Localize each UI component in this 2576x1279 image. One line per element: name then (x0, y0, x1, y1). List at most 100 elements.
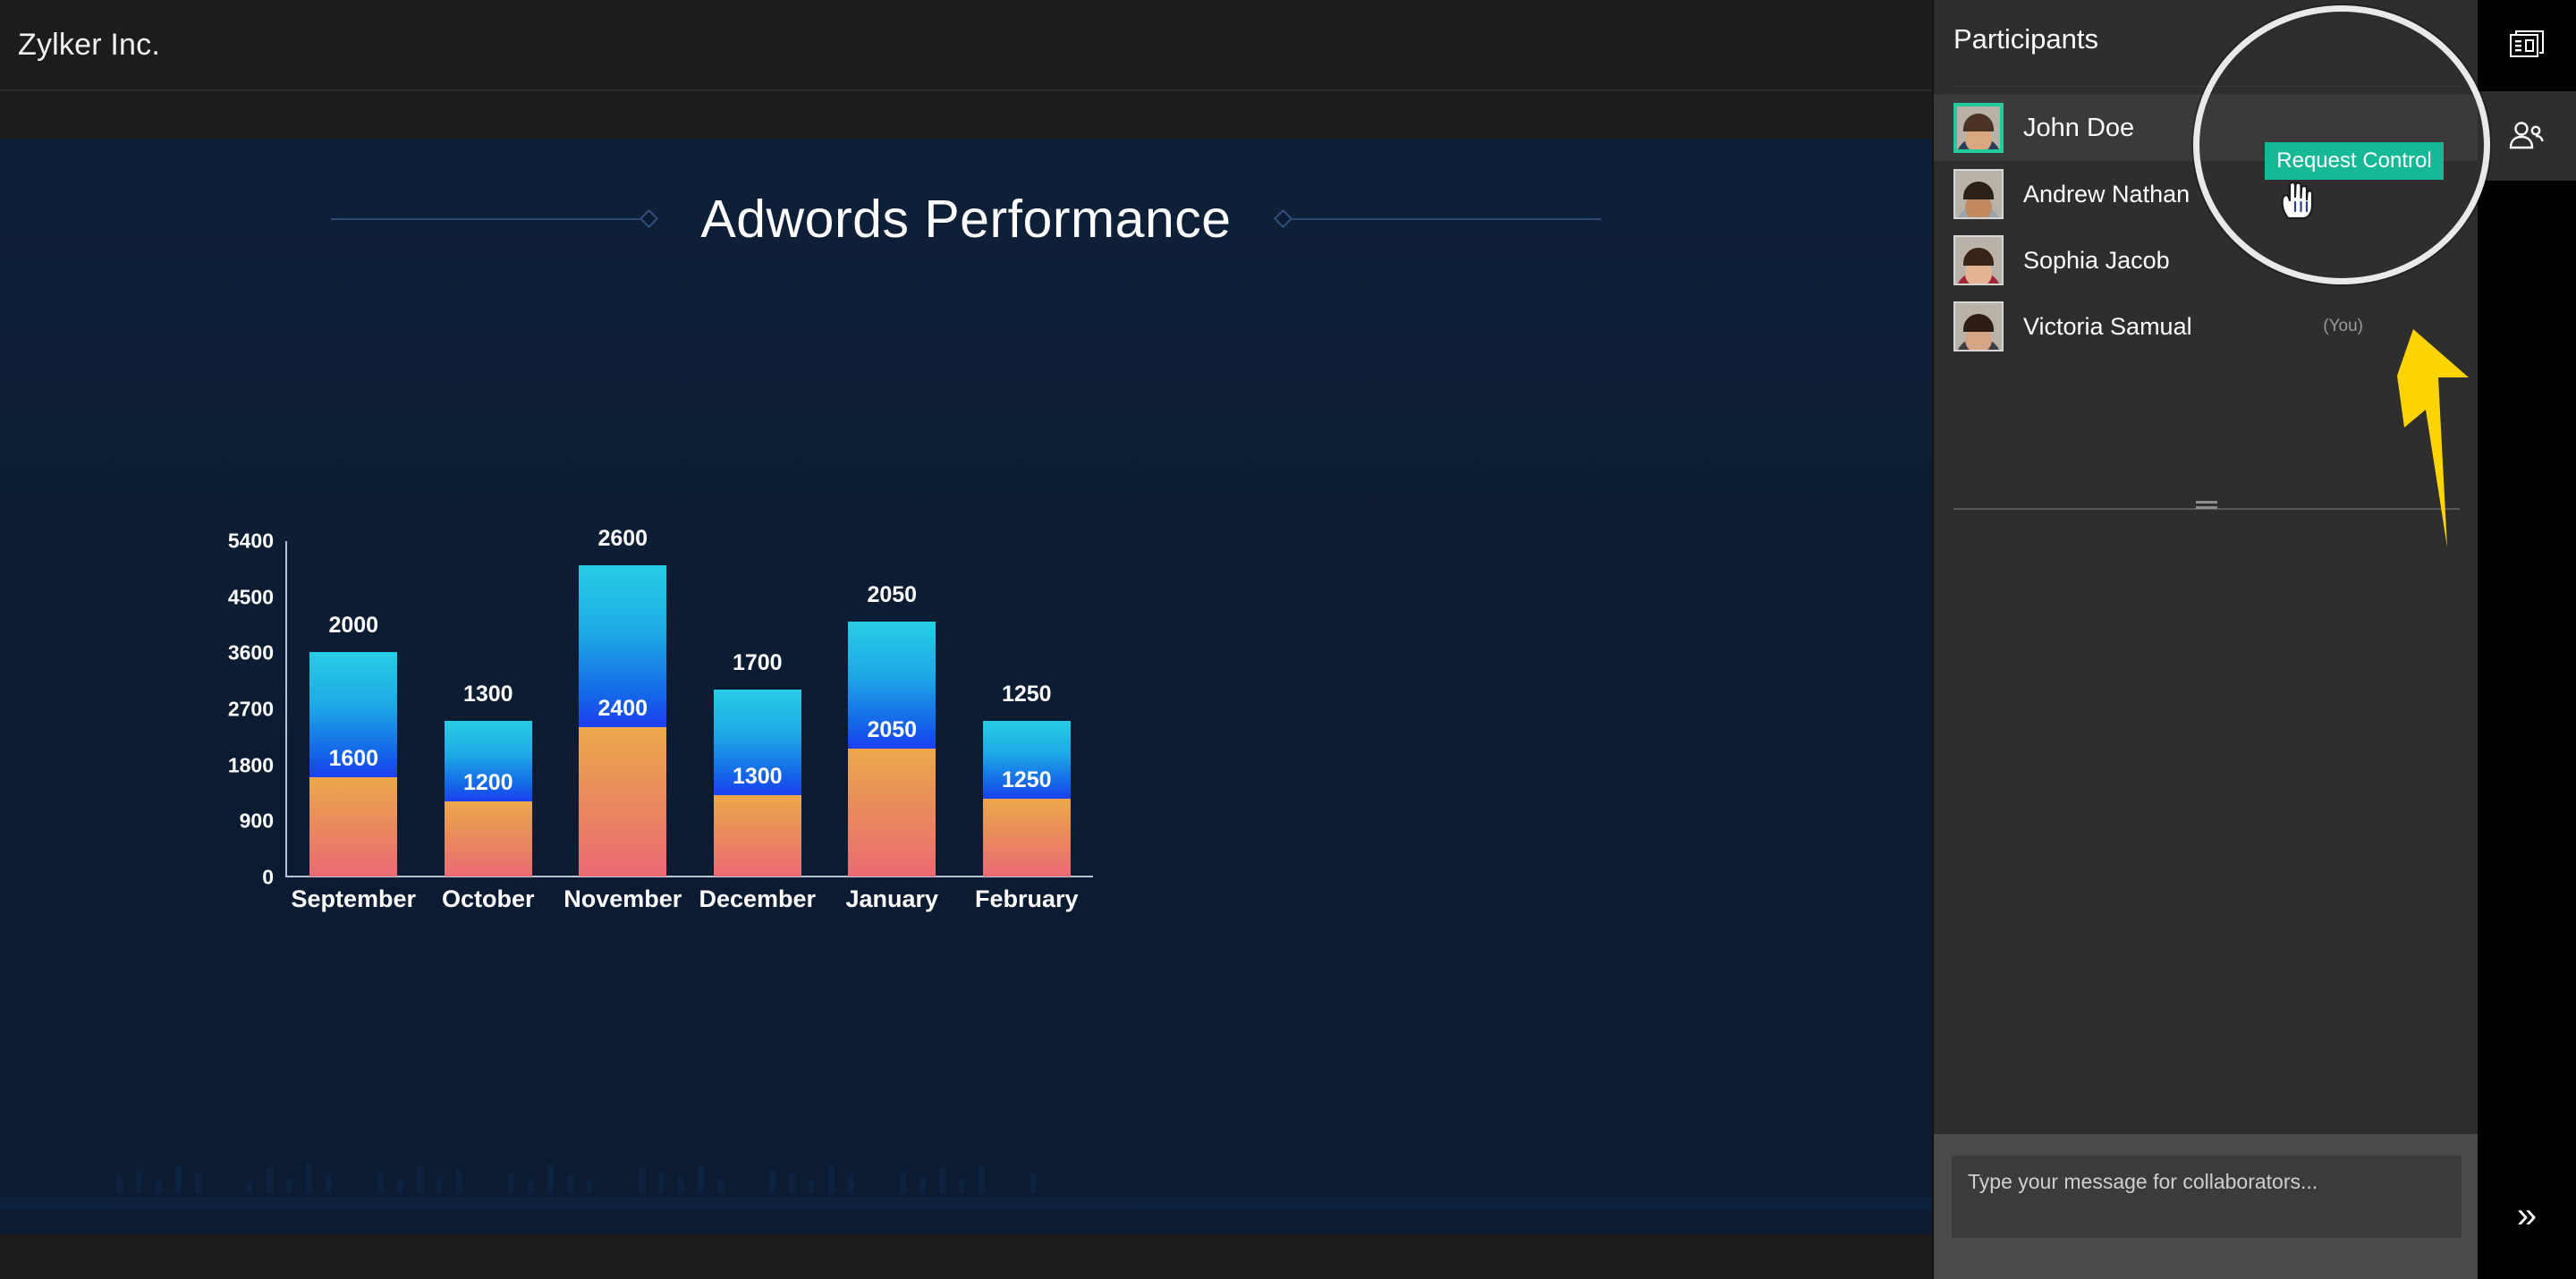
decor-tick (436, 1177, 443, 1193)
participant-row[interactable]: Sophia Jacob (1934, 227, 2479, 293)
app-root: Zylker Inc. Adwords Performance 5400 4500… (0, 0, 2576, 1279)
decor-tick (195, 1173, 201, 1193)
bar-group[interactable]: 2600 2400 (579, 526, 667, 877)
decor-tick (547, 1165, 554, 1193)
avatar-hair (1963, 248, 1994, 266)
decor-tick (678, 1177, 684, 1193)
decor-tick (939, 1168, 945, 1193)
presentation-window-icon (2510, 30, 2544, 57)
y-tick-label: 2700 (227, 697, 274, 721)
bar-segment-bottom (309, 776, 398, 877)
decor-baseline (0, 1197, 1932, 1209)
avatar-hair (1963, 182, 1994, 199)
participant-row[interactable]: Victoria Samual (You) (1934, 293, 2479, 360)
slide-decoration (0, 1136, 1932, 1234)
decor-tick (156, 1181, 162, 1193)
y-tick-label: 1800 (227, 753, 274, 777)
decor-tick (848, 1175, 854, 1193)
bar-bottom-value-label: 1300 (732, 764, 783, 790)
decor-tick (175, 1166, 182, 1193)
decor-tick (919, 1177, 926, 1193)
bar-group[interactable]: 1250 1250 (982, 541, 1071, 877)
bar-segment-top: 1300 1200 (444, 682, 532, 802)
avatar-hair (1963, 314, 1994, 332)
bar-segment-bottom (444, 801, 532, 877)
bar-segment-top: 2000 1600 (309, 613, 398, 777)
panel-resize-handle[interactable] (1953, 501, 2460, 515)
avatar (1953, 103, 2004, 153)
org-title: Zylker Inc. (18, 27, 161, 62)
participant-name: John Doe (2023, 113, 2135, 142)
decor-tick (286, 1179, 292, 1193)
bar-bottom-value-label: 1200 (462, 770, 513, 796)
decor-tick (639, 1168, 645, 1193)
x-axis-label: February (974, 885, 1079, 912)
decor-tick (397, 1181, 403, 1193)
y-tick-label: 900 (239, 809, 274, 833)
x-axis-label: October (441, 885, 535, 912)
bar-group[interactable]: 2000 1600 (309, 541, 398, 877)
request-control-button[interactable]: Request Control (2265, 142, 2444, 180)
topbar-divider (0, 89, 1932, 91)
participants-toggle-button[interactable] (2478, 91, 2576, 181)
decor-tick (417, 1166, 423, 1193)
diamond-icon (1273, 208, 1292, 229)
x-axis-label: November (564, 885, 682, 912)
chart-title-row: Adwords Performance (0, 174, 1932, 264)
decor-tick (979, 1166, 985, 1193)
bar-segment-top: 1700 1300 (713, 650, 801, 796)
participants-panel: Participants John Doe Andrew Nathan Sophia… (1932, 0, 2479, 1279)
decor-tick (900, 1172, 906, 1193)
present-view-button[interactable] (2478, 0, 2576, 89)
bar-top-value-label: 1700 (732, 650, 783, 676)
slide-canvas: Adwords Performance 5400 4500 3600 2700 1800… (0, 139, 1932, 1234)
stacked-bar-chart: 5400 4500 3600 2700 1800 900 0 2000 1600 1300 120… (134, 313, 1093, 1207)
decor-tick (1030, 1173, 1037, 1193)
decor-tick (136, 1170, 142, 1193)
bar-top-value-label: 2000 (328, 613, 379, 639)
panel-header: Participants (1934, 0, 2479, 79)
avatar (1953, 301, 2004, 352)
bar-group[interactable]: 2050 2050 (848, 541, 936, 877)
decor-tick (717, 1179, 724, 1193)
decor-tick (567, 1175, 573, 1193)
bar-bottom-value-label: 2400 (597, 695, 648, 721)
decor-tick (116, 1177, 123, 1193)
decor-tick (508, 1173, 514, 1193)
bar-bottom-value-label: 1600 (328, 745, 379, 771)
decor-tick (247, 1182, 253, 1193)
bar-top-value-label: 1300 (462, 681, 513, 707)
bar-segment-bottom (713, 795, 801, 877)
bar-top-value-label: 1250 (1001, 681, 1052, 707)
bar-segment-bottom (982, 798, 1071, 877)
chat-input[interactable] (1952, 1156, 2462, 1238)
drag-grip-icon[interactable] (2196, 501, 2217, 511)
x-axis-label: December (699, 885, 817, 912)
avatar-hair (1963, 114, 1994, 131)
decor-tick (267, 1168, 273, 1193)
avatar (1953, 169, 2004, 219)
decor-tick (698, 1166, 704, 1193)
participant-name: Sophia Jacob (2023, 246, 2170, 274)
chat-area (1934, 1134, 2479, 1279)
y-tick-label: 4500 (227, 585, 274, 609)
bar-group[interactable]: 1300 1200 (444, 541, 532, 877)
decor-tick (959, 1179, 965, 1193)
bar-top-value-label: 2050 (867, 581, 918, 607)
bar-group[interactable]: 1700 1300 (713, 541, 801, 877)
expand-panel-button[interactable]: » (2478, 1184, 2576, 1247)
decor-tick (528, 1179, 534, 1193)
participants-list: John Doe Andrew Nathan Sophia Jacob Victori… (1934, 95, 2479, 360)
diamond-icon (640, 208, 659, 229)
bar-segment-top: 2600 2400 (579, 526, 667, 727)
panel-title: Participants (1953, 23, 2098, 55)
bar-segment-top: 2050 2050 (848, 582, 936, 750)
participant-name: Victoria Samual (2023, 312, 2192, 340)
bar-segment-bottom (848, 749, 936, 877)
decor-tick (456, 1170, 462, 1193)
y-tick-label: 0 (262, 865, 274, 889)
decor-tick (587, 1181, 593, 1193)
y-axis-ticks: 5400 4500 3600 2700 1800 900 0 (152, 313, 286, 939)
top-bar: Zylker Inc. (0, 0, 1932, 89)
y-tick-label: 5400 (227, 529, 274, 553)
